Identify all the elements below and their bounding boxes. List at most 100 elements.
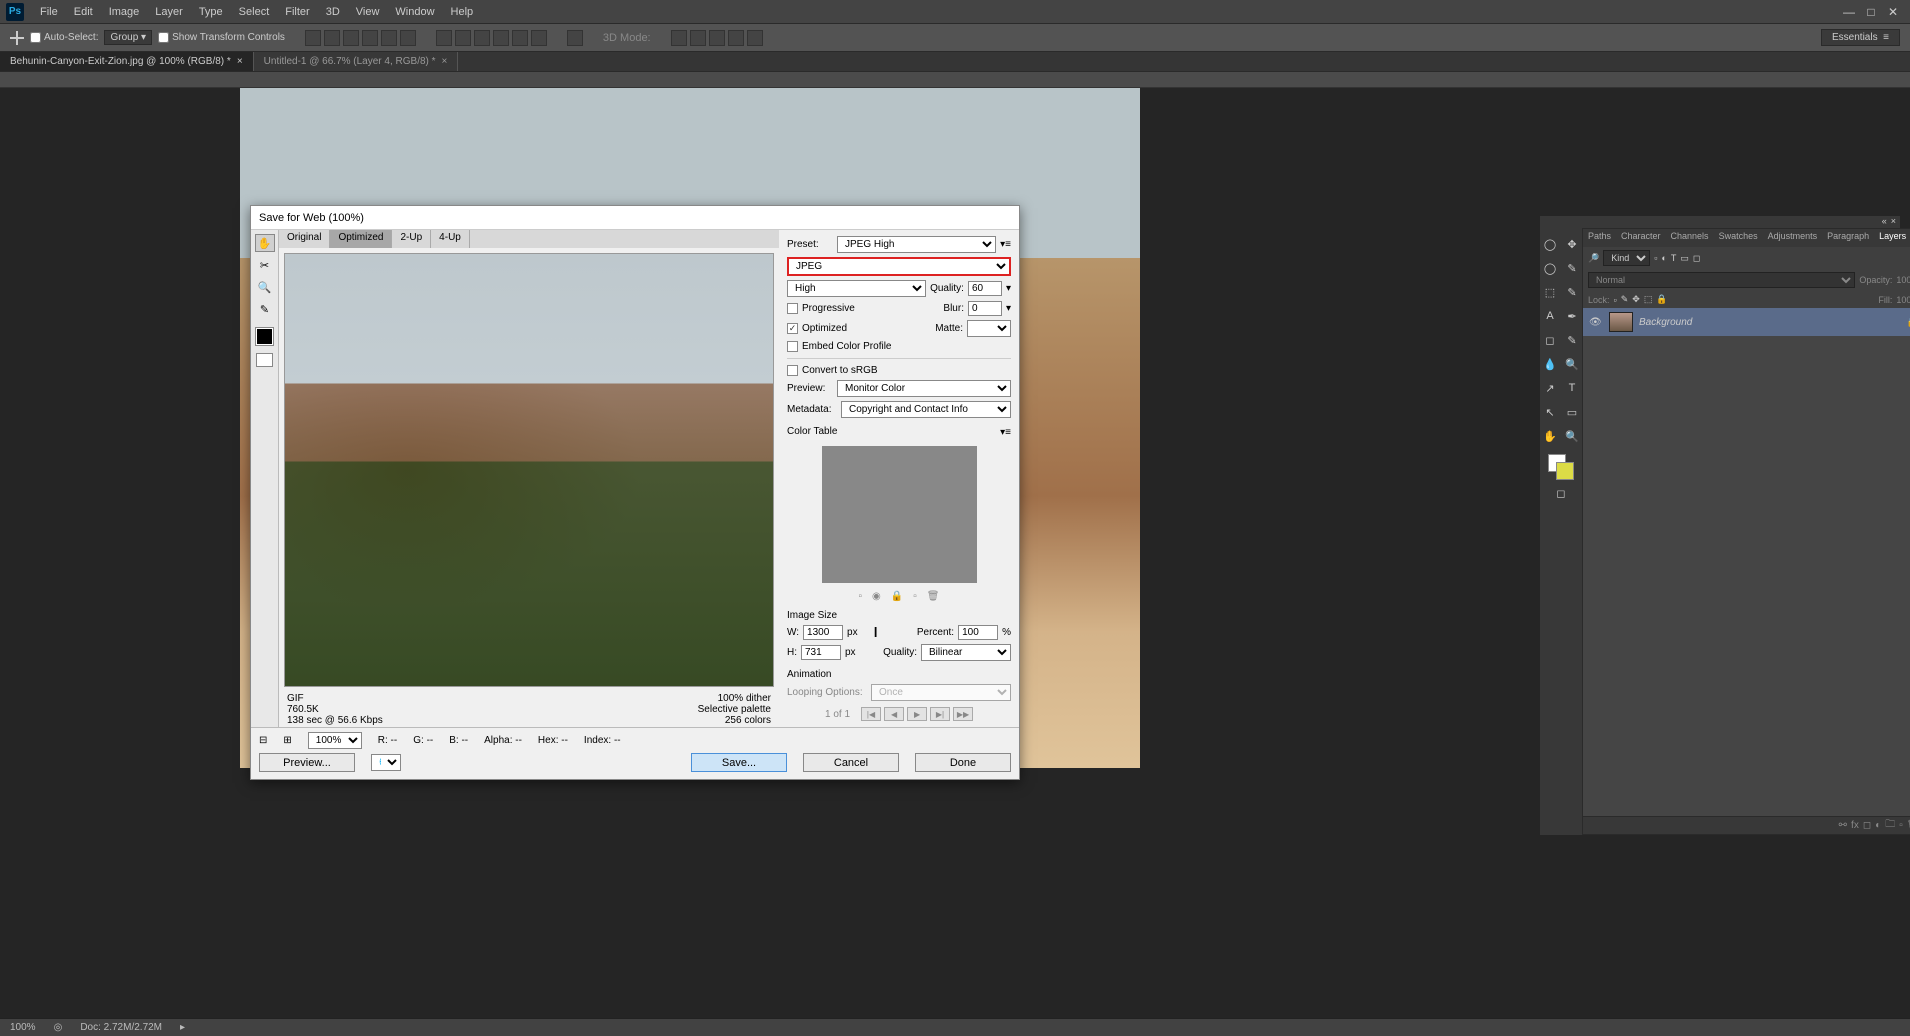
- doc-info-arrow-icon[interactable]: ▸: [180, 1022, 185, 1033]
- lock-trans-icon[interactable]: ▫: [1614, 295, 1617, 305]
- auto-select-mode[interactable]: Group ▾: [104, 30, 152, 45]
- menu-select[interactable]: Select: [231, 0, 278, 23]
- tab-swatches[interactable]: Swatches: [1714, 229, 1763, 247]
- embed-profile-checkbox[interactable]: [787, 341, 798, 352]
- link-layers-icon[interactable]: ⚯: [1839, 820, 1847, 831]
- marquee-icon[interactable]: ◯: [1540, 259, 1560, 277]
- type-icon[interactable]: T: [1562, 379, 1582, 397]
- align-btn[interactable]: [362, 30, 378, 46]
- align-btn[interactable]: [381, 30, 397, 46]
- tab-adjustments[interactable]: Adjustments: [1763, 229, 1823, 247]
- zoom-tool-icon[interactable]: 🔍: [255, 278, 275, 296]
- eyedropper-tool-icon[interactable]: ✎: [255, 300, 275, 318]
- done-button[interactable]: Done: [915, 753, 1011, 772]
- filter-smart-icon[interactable]: ◻: [1693, 253, 1700, 264]
- filter-shape-icon[interactable]: ▭: [1680, 253, 1689, 264]
- align-btn[interactable]: [474, 30, 490, 46]
- preview-select[interactable]: Monitor Color: [837, 380, 1011, 397]
- mode3d-btn[interactable]: [671, 30, 687, 46]
- align-btn[interactable]: [436, 30, 452, 46]
- minimize-icon[interactable]: —: [1838, 5, 1860, 19]
- mode3d-btn[interactable]: [747, 30, 763, 46]
- width-input[interactable]: [803, 625, 843, 640]
- doc-info[interactable]: Doc: 2.72M/2.72M: [80, 1022, 162, 1033]
- hand-icon[interactable]: ✋: [1540, 427, 1560, 445]
- auto-select-option[interactable]: Auto-Select:: [30, 32, 98, 43]
- layer-thumbnail[interactable]: [1609, 312, 1633, 332]
- convert-srgb-checkbox[interactable]: [787, 365, 798, 376]
- layer-row[interactable]: 👁 Background 🔒: [1583, 308, 1910, 336]
- new-layer-icon[interactable]: ▫: [1899, 820, 1903, 831]
- mask-icon[interactable]: ◻: [1863, 820, 1871, 831]
- align-btn[interactable]: [343, 30, 359, 46]
- path-icon[interactable]: ↗: [1540, 379, 1560, 397]
- show-transform-option[interactable]: Show Transform Controls: [158, 32, 285, 43]
- lasso-icon[interactable]: ◯: [1540, 235, 1560, 253]
- ct-btn-icon[interactable]: ▫: [859, 591, 863, 602]
- color-table-menu-icon[interactable]: ▾≡: [1000, 427, 1011, 438]
- optimized-checkbox[interactable]: [787, 323, 798, 334]
- mode3d-btn[interactable]: [728, 30, 744, 46]
- quickmask-icon[interactable]: ◻: [1551, 484, 1571, 502]
- align-btn[interactable]: [324, 30, 340, 46]
- ct-btn-icon[interactable]: ▫: [913, 591, 917, 602]
- opacity-value[interactable]: 100%: [1896, 275, 1910, 285]
- align-btn[interactable]: [493, 30, 509, 46]
- text-icon[interactable]: A: [1540, 307, 1560, 325]
- preset-select[interactable]: JPEG High: [837, 236, 996, 253]
- tab-optimized[interactable]: Optimized: [330, 230, 392, 248]
- tab-4up[interactable]: 4-Up: [431, 230, 470, 248]
- matte-select[interactable]: [967, 320, 1011, 337]
- tab-2up[interactable]: 2-Up: [392, 230, 431, 248]
- select-icon[interactable]: ↖: [1540, 403, 1560, 421]
- lock-pixels-icon[interactable]: ✎: [1621, 294, 1629, 305]
- mode3d-btn[interactable]: [690, 30, 706, 46]
- brush-icon[interactable]: ✎: [1562, 259, 1582, 277]
- blur-icon[interactable]: 💧: [1540, 355, 1560, 373]
- slice-visibility-icon[interactable]: [256, 353, 273, 367]
- lock-pos-icon[interactable]: ✥: [1632, 294, 1640, 305]
- align-btn[interactable]: [531, 30, 547, 46]
- workspace-switcher[interactable]: Essentials ≡: [1821, 29, 1900, 46]
- kind-select[interactable]: Kind: [1603, 250, 1650, 266]
- dropdown-icon[interactable]: ▾: [1006, 283, 1011, 294]
- mode3d-btn[interactable]: [709, 30, 725, 46]
- fg-color-swatch[interactable]: [256, 328, 273, 345]
- preset-menu-icon[interactable]: ▾≡: [1000, 239, 1011, 250]
- lock-all-icon[interactable]: 🔒: [1656, 294, 1667, 305]
- shape-icon[interactable]: ◻: [1540, 331, 1560, 349]
- minus-icon[interactable]: ⊟: [259, 735, 267, 746]
- align-btn[interactable]: [567, 30, 583, 46]
- scrubby-icon[interactable]: ◎: [54, 1022, 63, 1033]
- filter-type-icon[interactable]: T: [1671, 253, 1677, 263]
- link-icon[interactable]: ⎹⎸: [866, 627, 886, 638]
- maximize-icon[interactable]: □: [1860, 5, 1882, 19]
- menu-layer[interactable]: Layer: [147, 0, 191, 23]
- tab-layers[interactable]: Layers: [1874, 229, 1910, 247]
- adjustment-icon[interactable]: ◐: [1875, 820, 1881, 831]
- preview-button[interactable]: Preview...: [259, 753, 355, 772]
- menu-view[interactable]: View: [348, 0, 388, 23]
- cancel-button[interactable]: Cancel: [803, 753, 899, 772]
- gradient-icon[interactable]: ⬚: [1540, 283, 1560, 301]
- rect-icon[interactable]: ▭: [1562, 403, 1582, 421]
- save-button[interactable]: Save...: [691, 753, 787, 772]
- resample-select[interactable]: Bilinear: [921, 644, 1011, 661]
- bg-color[interactable]: [1556, 462, 1574, 480]
- panel-close-icon[interactable]: ×: [1891, 216, 1896, 228]
- ct-btn-icon[interactable]: ◉: [872, 591, 881, 602]
- menu-file[interactable]: File: [32, 0, 66, 23]
- zoom-level[interactable]: 100%: [10, 1022, 36, 1033]
- show-transform-checkbox[interactable]: [158, 32, 169, 43]
- close-tab-icon[interactable]: ×: [442, 56, 448, 67]
- quality-input[interactable]: [968, 281, 1002, 296]
- menu-window[interactable]: Window: [387, 0, 442, 23]
- menu-help[interactable]: Help: [443, 0, 482, 23]
- tab-paths[interactable]: Paths: [1583, 229, 1616, 247]
- blend-mode-select[interactable]: Normal: [1588, 272, 1855, 288]
- fx-icon[interactable]: fx: [1851, 820, 1859, 831]
- filter-adj-icon[interactable]: ◐: [1661, 253, 1666, 263]
- filter-pixel-icon[interactable]: ▫: [1654, 253, 1657, 263]
- menu-type[interactable]: Type: [191, 0, 231, 23]
- align-btn[interactable]: [455, 30, 471, 46]
